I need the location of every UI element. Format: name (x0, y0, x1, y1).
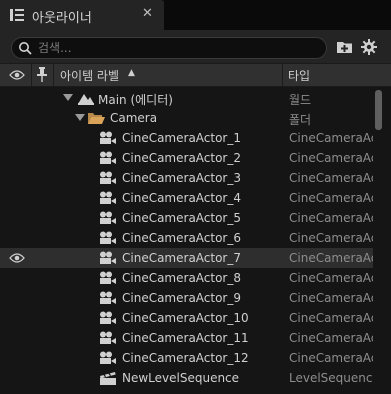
row-name: CineCameraActor_1 (122, 131, 242, 145)
expand-arrow-icon[interactable] (75, 114, 85, 122)
cine-camera-icon (100, 251, 116, 264)
level-sequence-icon (100, 371, 116, 385)
row-name: CineCameraActor_5 (122, 211, 242, 225)
tree-row[interactable]: CineCameraActor_12 CineCameraActor (0, 348, 373, 368)
row-name: CineCameraActor_7 (122, 251, 242, 265)
tree-row[interactable]: CineCameraActor_5 CineCameraActor (0, 208, 373, 228)
cine-camera-icon (100, 211, 116, 224)
row-name: CineCameraActor_6 (122, 231, 242, 245)
tree-row[interactable]: Main (에디터) 월드 (0, 88, 373, 108)
row-type: CineCameraActor (289, 191, 373, 205)
cine-camera-icon (100, 191, 116, 204)
row-name: CineCameraActor_9 (122, 291, 242, 305)
cine-camera-icon (100, 331, 116, 344)
row-name: CineCameraActor_12 (122, 351, 249, 365)
cine-camera-icon (100, 291, 116, 304)
cine-camera-icon (100, 311, 116, 324)
cine-camera-icon (100, 271, 116, 284)
row-name: CineCameraActor_4 (122, 191, 242, 205)
eye-icon[interactable] (9, 252, 25, 264)
tab-outliner[interactable]: 아웃라이너 ✕ (0, 0, 164, 30)
row-type: CineCameraActor (289, 351, 373, 365)
folder-icon (88, 113, 105, 124)
tree-row[interactable]: CineCameraActor_6 CineCameraActor (0, 228, 373, 248)
cine-camera-icon (100, 171, 116, 184)
add-folder-icon[interactable] (336, 38, 354, 56)
row-name: CineCameraActor_10 (122, 311, 249, 325)
search-box (11, 37, 327, 59)
pin-icon[interactable] (37, 67, 47, 82)
row-type: CineCameraActor (289, 211, 373, 225)
row-type: CineCameraActor (289, 311, 373, 325)
row-type: CineCameraActor (289, 151, 373, 165)
row-type: CineCameraActor (289, 331, 373, 345)
row-name: Camera (110, 111, 158, 125)
tree-row[interactable]: CineCameraActor_4 CineCameraActor (0, 188, 373, 208)
row-name: CineCameraActor_11 (122, 331, 249, 345)
tree-row[interactable]: CineCameraActor_3 CineCameraActor (0, 168, 373, 188)
row-type: CineCameraActor (289, 291, 373, 305)
row-type: CineCameraActor (289, 171, 373, 185)
outliner-tree: Main (에디터) 월드 Camera 폴더 CineCameraActor_… (0, 87, 373, 394)
tree-row[interactable]: CineCameraActor_7 CineCameraActor (0, 248, 373, 268)
cine-camera-icon (100, 231, 116, 244)
row-type: 월드 (289, 93, 312, 107)
eye-icon[interactable] (9, 69, 25, 81)
row-name: CineCameraActor_8 (122, 271, 242, 285)
close-icon[interactable]: ✕ (142, 6, 153, 21)
tree-row[interactable]: CineCameraActor_2 CineCameraActor (0, 148, 373, 168)
row-name: Main (에디터) (98, 93, 173, 107)
world-icon (78, 94, 94, 105)
cine-camera-icon (100, 131, 116, 144)
scrollbar-thumb[interactable] (375, 90, 382, 130)
gear-icon[interactable] (360, 38, 378, 56)
tab-title: 아웃라이너 (32, 11, 92, 26)
cine-camera-icon (100, 351, 116, 364)
row-type: CineCameraActor (289, 271, 373, 285)
row-type: 폴더 (289, 113, 312, 127)
tab-bar: 아웃라이너 ✕ (0, 0, 391, 30)
scrollbar-track[interactable] (373, 87, 391, 394)
tree-row[interactable]: Camera 폴더 (0, 108, 373, 128)
row-name: NewLevelSequence (122, 371, 240, 385)
search-icon (19, 42, 32, 55)
tree-row[interactable]: CineCameraActor_9 CineCameraActor (0, 288, 373, 308)
row-type: CineCameraActor (289, 231, 373, 245)
search-input[interactable] (38, 39, 318, 57)
tree-row[interactable]: NewLevelSequence LevelSequence (0, 368, 373, 388)
row-type: LevelSequence (289, 371, 373, 385)
row-type: CineCameraActor (289, 131, 373, 145)
column-header: 아이템 라벨 ▲ 타입 (0, 63, 391, 87)
row-type: CineCameraActor (289, 251, 373, 265)
column-label[interactable]: 아이템 라벨 (60, 67, 119, 89)
row-name: CineCameraActor_2 (122, 151, 242, 165)
outliner-list-icon (10, 9, 24, 21)
tree-row[interactable]: CineCameraActor_8 CineCameraActor (0, 268, 373, 288)
cine-camera-icon (100, 151, 116, 164)
tree-row[interactable]: CineCameraActor_11 CineCameraActor (0, 328, 373, 348)
expand-arrow-icon[interactable] (63, 94, 73, 102)
toolbar (0, 30, 391, 64)
tree-row[interactable]: CineCameraActor_10 CineCameraActor (0, 308, 373, 328)
row-name: CineCameraActor_3 (122, 171, 242, 185)
column-type[interactable]: 타입 (288, 67, 310, 89)
tree-row[interactable]: CineCameraActor_1 CineCameraActor (0, 128, 373, 148)
